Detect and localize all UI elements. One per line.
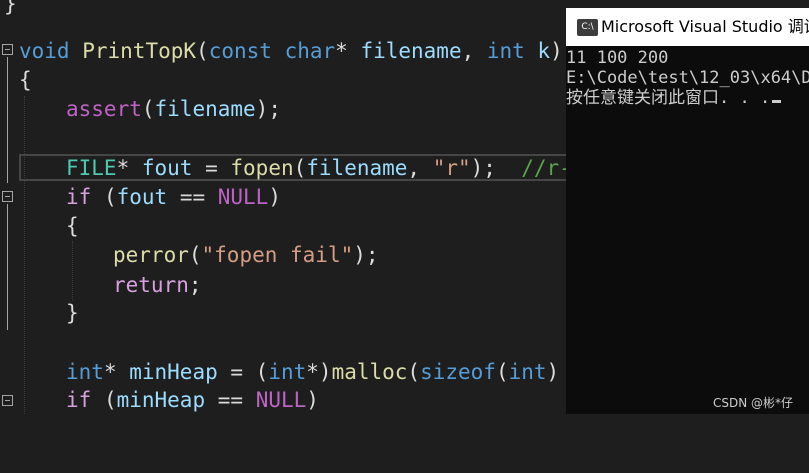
function-name: malloc [331, 360, 408, 384]
punct: ( [196, 39, 209, 63]
function-name: fopen [230, 156, 294, 180]
control-keyword: if [66, 185, 92, 209]
punct: * [335, 39, 361, 63]
punct: ); [470, 156, 522, 180]
punct [525, 39, 538, 63]
string-token: "fopen fail" [201, 243, 354, 267]
code-line-1[interactable]: void PrintTopK(const char* filename, int… [0, 37, 563, 66]
code-line-7[interactable]: perror("fopen fail"); [0, 241, 379, 270]
punct: ( [188, 243, 202, 267]
console-output-line-3: 按任意键关闭此窗口. . . [566, 88, 782, 108]
punct: == [167, 185, 218, 209]
brace: { [66, 214, 79, 238]
punct: ( [141, 97, 155, 121]
function-name: perror [113, 243, 189, 267]
variable-token: minHeap [129, 360, 218, 384]
control-keyword: return [113, 273, 189, 297]
macro-token: NULL [217, 185, 269, 209]
brace: { [19, 68, 32, 92]
keyword-token: int [508, 360, 547, 384]
top-fragment: } [4, 0, 17, 16]
keyword-token: int [66, 360, 104, 384]
param-token: filename [306, 156, 408, 180]
console-prompt-text: 按任意键关闭此窗口. . . [566, 88, 771, 108]
function-name: PrintTopK [82, 39, 197, 63]
code-line-8[interactable]: return; [0, 271, 202, 300]
keyword-token: const [208, 39, 272, 63]
punct: ; [188, 273, 202, 297]
punct: ( [91, 185, 117, 209]
punct: ) [550, 39, 563, 63]
macro-token: NULL [255, 388, 307, 412]
punct: ); [255, 97, 281, 121]
console-titlebar[interactable]: C:\ Microsoft Visual Studio 调试控 [566, 8, 809, 46]
punct: , [461, 39, 487, 63]
variable-token: fout [116, 185, 168, 209]
punct: == [205, 388, 256, 412]
code-line-5[interactable]: if (fout == NULL) [0, 183, 281, 212]
code-line-4[interactable]: FILE* fout = fopen(filename, "r"); //r--… [0, 154, 597, 183]
keyword-token: sizeof [420, 360, 496, 384]
punct: ( [293, 156, 307, 180]
cursor-caret [772, 100, 782, 103]
code-line-9[interactable]: } [0, 299, 79, 328]
keyword-token: int [486, 39, 525, 63]
keyword-token: void [19, 39, 70, 63]
console-title: Microsoft Visual Studio 调试控 [601, 17, 809, 36]
console-output-line-2: E:\Code\test\12_03\x64\De [566, 68, 809, 88]
console-output-line-1: 11 100 200 [566, 48, 669, 68]
punct: ) [268, 185, 281, 209]
param-token: filename [154, 97, 256, 121]
param-token: k [537, 39, 551, 63]
punct: * [103, 360, 130, 384]
control-keyword: if [66, 388, 92, 412]
code-line-3[interactable]: assert(filename); [0, 95, 281, 124]
punct: ( [407, 360, 421, 384]
code-line-10[interactable]: int* minHeap = (int*)malloc(sizeof(int) … [0, 358, 610, 387]
brace: } [66, 301, 79, 325]
punct: , [407, 156, 433, 180]
variable-token: minHeap [116, 388, 206, 412]
punct: ) [306, 388, 319, 412]
string-token: "r" [432, 156, 471, 180]
code-line-11[interactable]: if (minHeap == NULL) [0, 386, 319, 415]
code-line-2[interactable]: { [0, 66, 51, 95]
console-app-icon: C:\ [577, 19, 598, 36]
macro-token: assert [66, 97, 142, 121]
debug-console-window[interactable]: C:\ Microsoft Visual Studio 调试控 11 100 2… [566, 8, 809, 414]
variable-token: fout [141, 156, 193, 180]
type-token: FILE [66, 156, 117, 180]
keyword-token: char [284, 39, 336, 63]
indent-guide [72, 241, 74, 301]
param-token: filename [360, 39, 462, 63]
punct: = [192, 156, 231, 180]
punct: ( [495, 360, 509, 384]
watermark: CSDN @彬*仔 [712, 396, 793, 410]
punct: = ( [217, 360, 269, 384]
punct: ); [353, 243, 379, 267]
keyword-token: int [268, 360, 307, 384]
punct: ( [91, 388, 117, 412]
code-line-6[interactable]: { [0, 212, 79, 241]
punct: * [116, 156, 142, 180]
punct: *) [306, 360, 332, 384]
